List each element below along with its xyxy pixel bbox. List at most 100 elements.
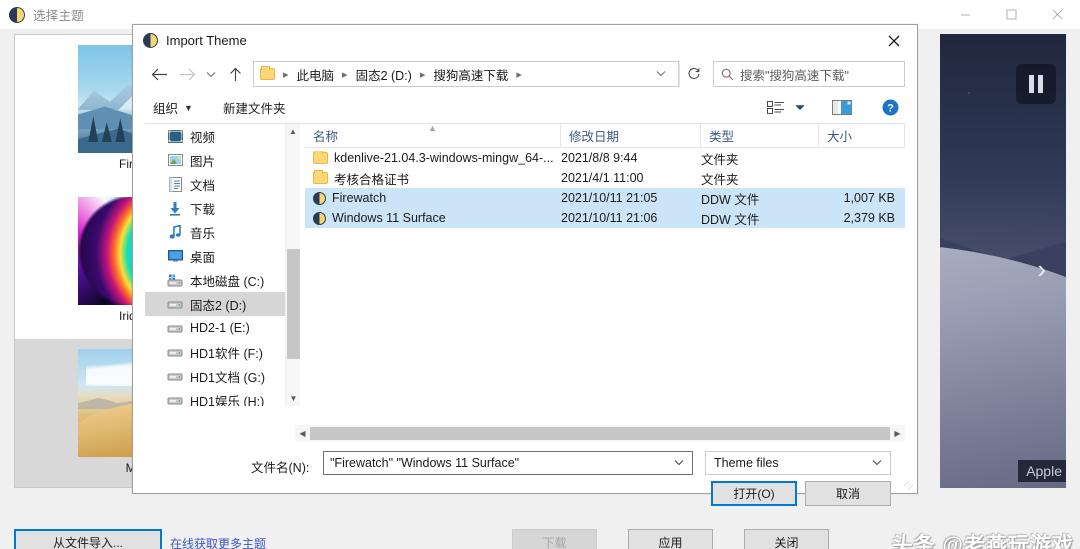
preview-badge: Apple (1018, 460, 1066, 482)
scroll-up-icon[interactable]: ▲ (286, 124, 300, 139)
theme-file-icon (313, 191, 326, 205)
sidebar-item-label: HD2-1 (E:) (190, 321, 250, 335)
column-label: 类型 (709, 130, 735, 144)
pictures-icon (167, 152, 183, 168)
scroll-thumb[interactable] (310, 427, 890, 440)
scroll-down-icon[interactable]: ▼ (286, 391, 301, 406)
drive-icon (167, 344, 183, 360)
navigation-tree[interactable]: 视频 图片 文档 下载 音乐 桌面 本地磁盘 (C:) 固态2 (D:) HD2… (145, 124, 285, 406)
column-header-name[interactable]: ▲ 名称 (305, 124, 561, 147)
search-input[interactable]: 搜索"搜狗高速下载" (713, 61, 905, 87)
table-row[interactable]: Windows 11 Surface 2021/10/11 21:06 DDW … (305, 208, 905, 228)
help-icon[interactable]: ? (875, 96, 905, 120)
column-label: 名称 (313, 130, 339, 144)
column-header-size[interactable]: 大小 (819, 124, 905, 147)
dialog-main: 视频 图片 文档 下载 音乐 桌面 本地磁盘 (C:) 固态2 (D:) HD2… (145, 124, 905, 406)
pause-icon[interactable] (1016, 64, 1056, 104)
sidebar-item-downloads[interactable]: 下载 (145, 196, 285, 220)
file-list[interactable]: ▲ 名称 修改日期 类型 大小 kdenlive-21.04.3-windows… (305, 124, 905, 406)
drive-icon (167, 320, 183, 336)
get-more-themes-link[interactable]: 在线获取更多主题 (170, 535, 266, 549)
breadcrumb-chevron-down-icon[interactable] (646, 68, 676, 80)
view-options-icon[interactable] (761, 96, 791, 120)
sidebar-item-videos[interactable]: 视频 (145, 124, 285, 148)
organize-label: 组织 (153, 102, 179, 116)
breadcrumb-item-1[interactable]: 固态2 (D:) (354, 63, 414, 86)
filename-value: "Firewatch" "Windows 11 Surface" (330, 456, 520, 470)
file-name: Firewatch (332, 191, 387, 205)
sidebar-item-ssd2-d[interactable]: 固态2 (D:) (145, 292, 285, 316)
minimize-icon[interactable] (942, 0, 988, 29)
file-size: 2,379 KB (843, 211, 895, 225)
file-date: 2021/4/1 11:00 (561, 171, 644, 185)
folder-icon (313, 170, 328, 184)
cancel-button[interactable]: 取消 (805, 481, 891, 506)
chevron-down-icon[interactable] (674, 457, 684, 469)
close-icon[interactable] (871, 25, 917, 56)
filename-label: 文件名(N): (251, 461, 310, 475)
file-date: 2021/10/11 21:05 (561, 191, 658, 205)
scroll-right-icon[interactable]: ▶ (890, 429, 905, 438)
preview-image: › Apple (940, 34, 1066, 488)
sidebar-item-label: 固态2 (D:) (190, 298, 247, 313)
file-name: 考核合格证书 (334, 172, 410, 187)
new-folder-label: 新建文件夹 (222, 102, 286, 116)
table-row[interactable]: 考核合格证书 2021/4/1 11:00 文件夹 (305, 168, 905, 188)
view-options-chevron-down-icon[interactable] (791, 96, 809, 120)
sidebar-item-label: 下载 (190, 202, 216, 217)
file-type: 文件夹 (701, 172, 739, 187)
folder-icon (313, 151, 328, 164)
scroll-thumb[interactable] (287, 249, 300, 359)
file-list-header: ▲ 名称 修改日期 类型 大小 (305, 124, 905, 148)
filename-input[interactable]: "Firewatch" "Windows 11 Surface" (323, 451, 693, 475)
sidebar-item-label: 音乐 (190, 226, 216, 241)
refresh-icon[interactable] (679, 61, 707, 87)
file-type-filter[interactable]: Theme files (705, 451, 891, 475)
organize-menu[interactable]: 组织 ▼ (145, 98, 201, 117)
dialog-footer: 文件名(N): "Firewatch" "Windows 11 Surface"… (133, 445, 919, 506)
sidebar-item-label: HD1娱乐 (H:) (190, 394, 265, 407)
dialog-toolbar: 组织 ▼ 新建文件夹 ? (145, 92, 905, 124)
sidebar-item-documents[interactable]: 文档 (145, 172, 285, 196)
breadcrumb-item-0[interactable]: 此电脑 (295, 63, 337, 86)
apply-button[interactable]: 应用 (628, 529, 713, 549)
svg-text:?: ? (887, 102, 894, 114)
column-label: 大小 (827, 130, 853, 144)
sidebar-item-hd1-documents-g[interactable]: HD1文档 (G:) (145, 364, 285, 388)
file-list-horizontal-scrollbar[interactable]: ◀ ▶ (145, 425, 905, 442)
sidebar-item-music[interactable]: 音乐 (145, 220, 285, 244)
sidebar-item-pictures[interactable]: 图片 (145, 148, 285, 172)
background-window-title: 选择主题 (33, 9, 85, 23)
sidebar-item-hd2-1-e[interactable]: HD2-1 (E:) (145, 316, 285, 340)
open-button[interactable]: 打开(O) (711, 481, 797, 506)
sidebar-item-hd1-software-f[interactable]: HD1软件 (F:) (145, 340, 285, 364)
music-icon (167, 224, 183, 240)
navigation-bar: ▸ 此电脑 ▸ 固态2 (D:) ▸ 搜狗高速下载 ▸ 搜索"搜狗高速下载" (145, 56, 905, 92)
sidebar-item-hd1-entertainment-h[interactable]: HD1娱乐 (H:) (145, 388, 285, 406)
tree-vertical-scrollbar[interactable]: ▲ ▼ (285, 124, 300, 406)
column-header-date[interactable]: 修改日期 (561, 124, 701, 147)
column-header-type[interactable]: 类型 (701, 124, 819, 147)
sidebar-item-desktop[interactable]: 桌面 (145, 244, 285, 268)
table-row[interactable]: Firewatch 2021/10/11 21:05 DDW 文件 1,007 … (305, 188, 905, 208)
new-folder-button[interactable]: 新建文件夹 (215, 98, 294, 117)
resize-grip[interactable] (904, 481, 916, 493)
maximize-icon[interactable] (988, 0, 1034, 29)
breadcrumb[interactable]: ▸ 此电脑 ▸ 固态2 (D:) ▸ 搜狗高速下载 ▸ (253, 61, 679, 87)
chevron-down-icon[interactable] (872, 457, 882, 469)
close-icon[interactable] (1034, 0, 1080, 29)
dialog-title: Import Theme (166, 33, 247, 48)
arrow-left-icon[interactable] (145, 60, 173, 88)
recent-locations-chevron-down-icon[interactable] (201, 60, 221, 88)
chevron-right-icon[interactable]: › (1037, 256, 1046, 282)
import-from-file-button[interactable]: 从文件导入... (14, 529, 162, 549)
table-row[interactable]: kdenlive-21.04.3-windows-mingw_64-... 20… (305, 148, 905, 168)
breadcrumb-item-2[interactable]: 搜狗高速下载 (431, 63, 510, 86)
close-button[interactable]: 关闭 (744, 529, 829, 549)
theme-preview: › Apple (940, 34, 1066, 488)
preview-pane-icon[interactable] (827, 96, 857, 120)
arrow-up-icon[interactable] (221, 60, 249, 88)
sidebar-item-local-disk-c[interactable]: 本地磁盘 (C:) (145, 268, 285, 292)
filter-value: Theme files (714, 456, 779, 470)
scroll-left-icon[interactable]: ◀ (295, 429, 310, 438)
